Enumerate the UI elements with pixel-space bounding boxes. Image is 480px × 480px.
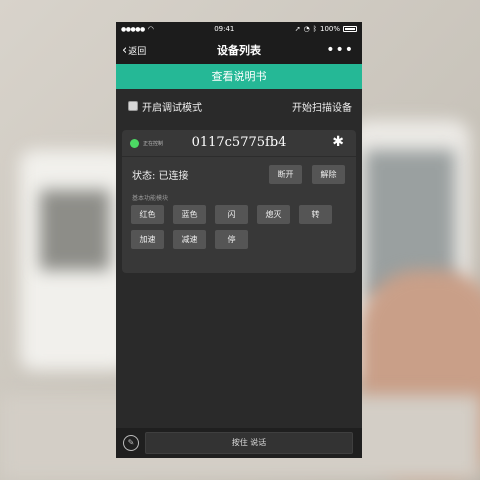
device-card-header: 正在控制 0117c5775fb4 ✱: [122, 130, 356, 156]
signal-icon: ●●●●●: [121, 25, 145, 33]
function-section-label: 基本功能模块: [132, 195, 169, 202]
debug-checkbox[interactable]: [128, 101, 138, 111]
function-buttons: 红色 蓝色 闪 熄灭 转 加速 减速 停: [122, 205, 356, 255]
location-icon: ➚: [294, 25, 301, 33]
function-button-red[interactable]: 红色: [131, 205, 164, 224]
hold-to-talk-button[interactable]: 按住 说话: [145, 432, 353, 454]
alarm-icon: ◔: [303, 25, 310, 33]
status-bar: ●●●●● ◠ 09:41 ➚ ◔ ᛒ 100%: [116, 22, 362, 36]
chevron-left-icon: ‹: [122, 42, 128, 58]
bluetooth-icon: ᛒ: [312, 25, 317, 33]
start-scan-button[interactable]: 开始扫描设备: [292, 99, 352, 114]
unbind-button[interactable]: 解除: [312, 164, 345, 184]
status-time: 09:41: [214, 25, 235, 33]
phone-screen: ●●●●● ◠ 09:41 ➚ ◔ ᛒ 100% ‹ 返回 设备列表 ••• 查…: [116, 22, 362, 458]
device-card: 正在控制 0117c5775fb4 ✱ 状态: 已连接 断开 解除 基本功能模块…: [122, 130, 356, 273]
device-status-label: 正在控制: [143, 140, 164, 147]
function-button-flash[interactable]: 闪: [215, 205, 248, 224]
wifi-icon: ◠: [147, 25, 154, 33]
nav-bar: ‹ 返回 设备列表 •••: [116, 36, 362, 64]
debug-label: 开启调试模式: [142, 102, 202, 114]
back-label: 返回: [128, 46, 147, 57]
function-button-off[interactable]: 熄灭: [257, 205, 290, 224]
pencil-icon[interactable]: ✎: [123, 435, 139, 451]
view-manual-button[interactable]: 查看说明书: [116, 64, 362, 89]
disconnect-button[interactable]: 断开: [269, 164, 302, 184]
function-button-speed-up[interactable]: 加速: [131, 230, 164, 249]
battery-icon: [343, 26, 357, 32]
debug-mode-toggle[interactable]: 开启调试模式: [128, 99, 202, 114]
connection-state: 状态: 已连接: [132, 170, 189, 182]
device-state-row: 状态: 已连接 断开 解除: [122, 157, 356, 191]
function-button-stop[interactable]: 停: [215, 230, 248, 249]
function-button-slow-down[interactable]: 减速: [173, 230, 206, 249]
connection-status-dot: [130, 138, 139, 148]
function-button-blue[interactable]: 蓝色: [173, 205, 206, 224]
page-title: 设备列表: [217, 44, 261, 57]
bottom-input-bar: ✎ 按住 说话: [116, 428, 362, 458]
battery-percent: 100%: [319, 25, 340, 33]
options-row: 开启调试模式 开始扫描设备: [116, 89, 362, 123]
function-button-rotate[interactable]: 转: [299, 205, 332, 224]
more-icon[interactable]: •••: [326, 43, 354, 57]
gear-icon[interactable]: ✱: [332, 134, 344, 150]
back-button[interactable]: ‹ 返回: [116, 44, 146, 57]
